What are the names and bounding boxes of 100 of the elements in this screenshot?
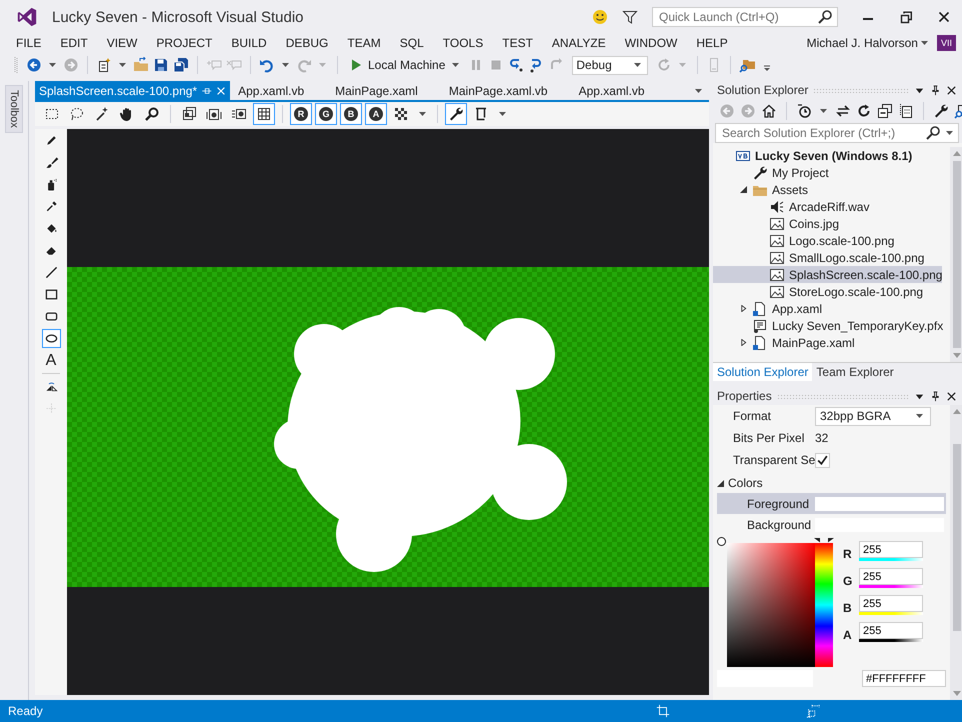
channel-value-field[interactable]: 255 [859,622,923,639]
pin-icon[interactable] [930,390,941,402]
channel-toggle[interactable]: R [290,103,312,125]
collapsed-arrow-icon[interactable] [740,305,746,312]
color-property-row[interactable]: Foreground [717,493,946,514]
channel-value-field[interactable]: 255 [859,541,923,558]
folder-search-icon[interactable] [739,57,756,73]
wrench-icon[interactable] [445,103,467,125]
tree-item[interactable]: Lucky Seven_TemporaryKey.pfx [713,317,942,334]
menu-item[interactable]: ANALYZE [552,36,606,50]
caret-icon[interactable] [946,131,953,135]
tree-item[interactable]: ArcadeRiff.wav [713,198,942,215]
menu-item[interactable]: HELP [696,36,728,50]
step-into-icon[interactable] [508,57,524,73]
pin-icon[interactable] [930,84,941,96]
menu-item[interactable]: TOOLS [442,36,484,50]
status-text: Ready [8,704,43,718]
document-tab[interactable]: App.xaml.vb [234,81,308,100]
caret-icon[interactable] [820,109,827,113]
save-icon[interactable] [153,57,169,73]
channel-value-field[interactable]: 255 [859,568,923,585]
panel-tab[interactable]: Team Explorer [812,363,898,381]
configuration-dropdown[interactable]: Debug [572,56,648,74]
close-icon[interactable] [936,9,952,25]
search-icon[interactable] [925,125,941,141]
caret-icon[interactable] [49,63,56,67]
tree-item[interactable]: SmallLogo.scale-100.png [713,249,942,266]
vs-logo-icon [16,6,38,28]
tree-item[interactable]: My Project [713,164,942,181]
new-file-icon[interactable] [96,57,112,73]
search-field[interactable]: Search Solution Explorer (Ctrl+;) [715,123,959,143]
document-tab[interactable]: App.xaml.vb [574,81,648,100]
text-tool[interactable]: A [42,351,60,370]
collapsed-arrow-icon[interactable] [740,339,746,346]
search-icon[interactable] [817,9,833,25]
expanded-arrow-icon[interactable] [740,186,746,193]
tab-list-caret-icon[interactable] [695,88,702,92]
tree-item[interactable]: Logo.scale-100.png [713,232,942,249]
caret-icon[interactable] [282,63,289,67]
clock-icon[interactable] [796,103,812,119]
menu-item[interactable]: FILE [16,36,42,50]
menu-item[interactable]: BUILD [231,36,267,50]
caret-icon[interactable] [119,63,126,67]
menu-item[interactable]: EDIT [60,36,88,50]
show-all-files-icon[interactable] [898,103,914,119]
saturation-brightness-picker[interactable] [727,543,815,667]
tree-item[interactable]: Assets [713,181,942,198]
format-dropdown[interactable]: 32bpp BGRA [815,406,931,426]
expanded-arrow-icon[interactable] [717,480,724,486]
restore-icon[interactable] [898,9,914,25]
menu-item[interactable]: DEBUG [286,36,328,50]
hex-value-field[interactable]: #FFFFFFFF [862,670,946,687]
menu-item[interactable]: PROJECT [156,36,212,50]
user-badge[interactable]: VII [936,34,956,50]
tree-item[interactable]: MainPage.xaml [713,334,942,351]
position-icon [656,704,670,718]
menu-item[interactable]: WINDOW [624,36,678,50]
tree-item[interactable]: SplashScreen.scale-100.png [713,266,942,283]
checkbox[interactable] [815,452,830,468]
open-folder-icon[interactable] [133,57,149,73]
menu-item[interactable]: SQL [400,36,424,50]
tree-item[interactable]: StoreLogo.scale-100.png [713,283,942,300]
smiley-icon[interactable] [592,9,608,25]
back-icon[interactable] [26,57,42,73]
menu-item[interactable]: TEST [502,36,533,50]
sync-icon[interactable] [835,103,851,119]
save-all-icon[interactable] [173,57,189,73]
color-swatch[interactable] [815,496,944,510]
user-name[interactable]: Michael J. Halvorson [806,36,918,50]
filter-icon[interactable] [622,9,638,25]
undo-icon[interactable] [259,57,275,73]
grid-icon[interactable] [253,103,275,125]
refresh-icon[interactable] [856,103,872,119]
start-button[interactable]: Local Machine [346,57,464,73]
channel-toggle[interactable]: A [365,103,387,125]
toolbox-tab[interactable]: Toolbox [5,85,23,133]
caret-icon[interactable] [920,40,928,44]
channel-value-field[interactable]: 255 [859,595,923,612]
tree-item[interactable]: Lucky Seven (Windows 8.1) [713,147,942,164]
home-icon[interactable] [761,103,777,119]
channel-toggle[interactable]: B [340,103,362,125]
wrench-icon[interactable] [933,103,949,119]
tree-item[interactable]: App.xaml [713,300,942,317]
document-tab[interactable]: MainPage.xaml [331,81,421,100]
close-icon[interactable] [946,390,957,402]
document-tab[interactable]: MainPage.xaml.vb [444,81,551,100]
channel-label: B [843,601,853,615]
collapse-all-icon[interactable] [877,103,893,119]
close-icon[interactable] [946,84,957,96]
quick-launch-field[interactable]: Quick Launch (Ctrl+Q) [652,7,838,27]
tree-item[interactable]: Coins.jpg [713,215,942,232]
xaml-file-icon [752,300,768,316]
picker-handle[interactable] [717,537,726,546]
color-property-row[interactable]: Background [717,514,946,535]
image-file-icon [769,216,785,232]
panel-tab[interactable]: Solution Explorer [713,363,812,381]
menu-item[interactable]: TEAM [347,36,381,50]
channel-toggle[interactable]: G [315,103,337,125]
toolbar-grip-icon[interactable] [14,56,18,74]
menu-item[interactable]: VIEW [106,36,138,50]
